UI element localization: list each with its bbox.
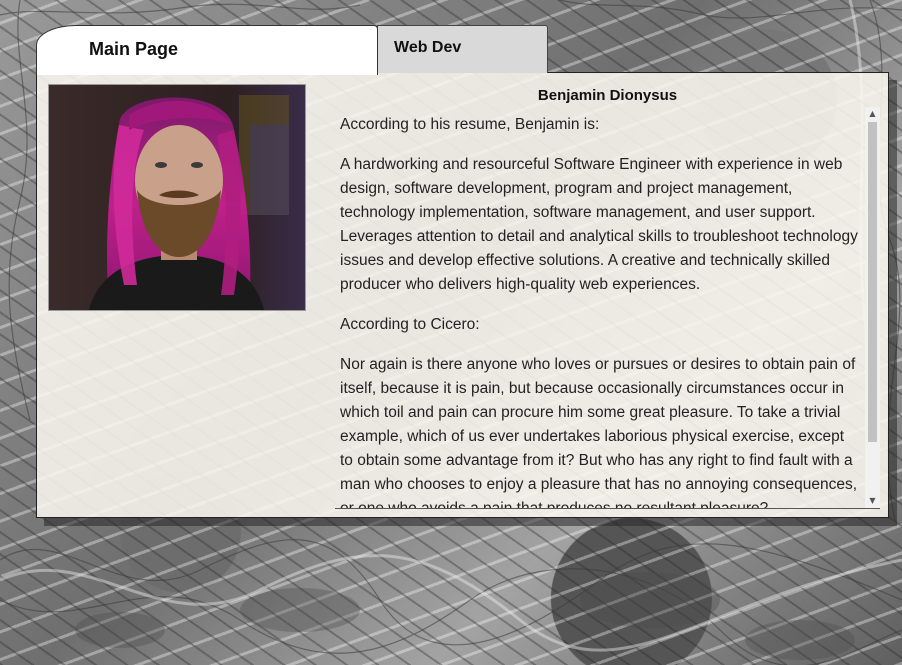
bio-scroll-area[interactable]: According to his resume, Benjamin is: A …: [335, 107, 880, 509]
profile-name: Benjamin Dionysus: [537, 87, 678, 104]
bio-text: According to his resume, Benjamin is: A …: [340, 107, 860, 509]
tab-web-dev[interactable]: Web Dev: [377, 25, 548, 73]
portrait-image: [49, 85, 305, 310]
cicero-quote: Nor again is there anyone who loves or p…: [340, 356, 858, 509]
main-content-panel: Benjamin Dionysus According to his resum…: [36, 72, 889, 518]
scroll-up-arrow-icon[interactable]: ▲: [865, 107, 880, 121]
tab-main-page-label: Main Page: [89, 39, 179, 59]
scrollbar-thumb[interactable]: [868, 122, 877, 442]
resume-intro: According to his resume, Benjamin is:: [340, 116, 600, 133]
cicero-intro: According to Cicero:: [340, 316, 480, 333]
tab-main-page[interactable]: Main Page: [36, 25, 378, 75]
resume-summary: A hardworking and resourceful Software E…: [340, 156, 858, 293]
tab-web-dev-label: Web Dev: [394, 39, 462, 56]
profile-photo: [48, 84, 306, 311]
scroll-down-arrow-icon[interactable]: ▼: [865, 494, 880, 508]
vertical-scrollbar[interactable]: ▲ ▼: [865, 107, 880, 508]
